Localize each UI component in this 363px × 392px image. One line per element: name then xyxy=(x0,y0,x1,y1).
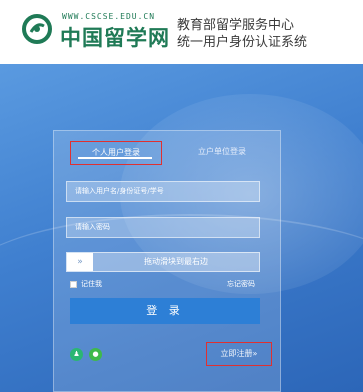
qq-icon[interactable]: ♟ xyxy=(70,348,83,361)
wechat-icon[interactable]: ● xyxy=(89,348,102,361)
remember-label: 记住我 xyxy=(81,280,102,288)
active-tab-underline xyxy=(78,157,152,159)
tab-personal-login[interactable]: 个人用户登录 xyxy=(70,141,162,165)
header-title-line2: 统一用户身份认证系统 xyxy=(177,35,308,50)
slider-instruction: 拖动滑块到最右边 xyxy=(144,257,208,266)
forgot-password-link[interactable]: 忘记密码 xyxy=(227,279,255,289)
site-name: 中国留学网 xyxy=(60,25,170,50)
username-input[interactable]: 请输入用户名/身份证号/学号 xyxy=(66,181,260,202)
tab-organization-login[interactable]: 立户单位登录 xyxy=(182,144,262,160)
password-input[interactable]: 请输入密码 xyxy=(66,217,260,238)
remember-me[interactable]: 记住我 xyxy=(70,279,102,289)
slide-verification[interactable]: » 拖动滑块到最右边 xyxy=(66,252,260,272)
site-header: WWW.CSCSE.EDU.CN 中国留学网 教育部留学服务中心 统一用户身份认… xyxy=(0,0,363,64)
login-button[interactable]: 登 录 xyxy=(70,298,260,324)
site-url: WWW.CSCSE.EDU.CN xyxy=(62,12,156,21)
slider-handle[interactable]: » xyxy=(67,253,93,271)
remember-checkbox[interactable] xyxy=(70,280,77,288)
cscse-logo-icon xyxy=(22,14,52,44)
register-link[interactable]: 立即注册» xyxy=(206,342,272,366)
